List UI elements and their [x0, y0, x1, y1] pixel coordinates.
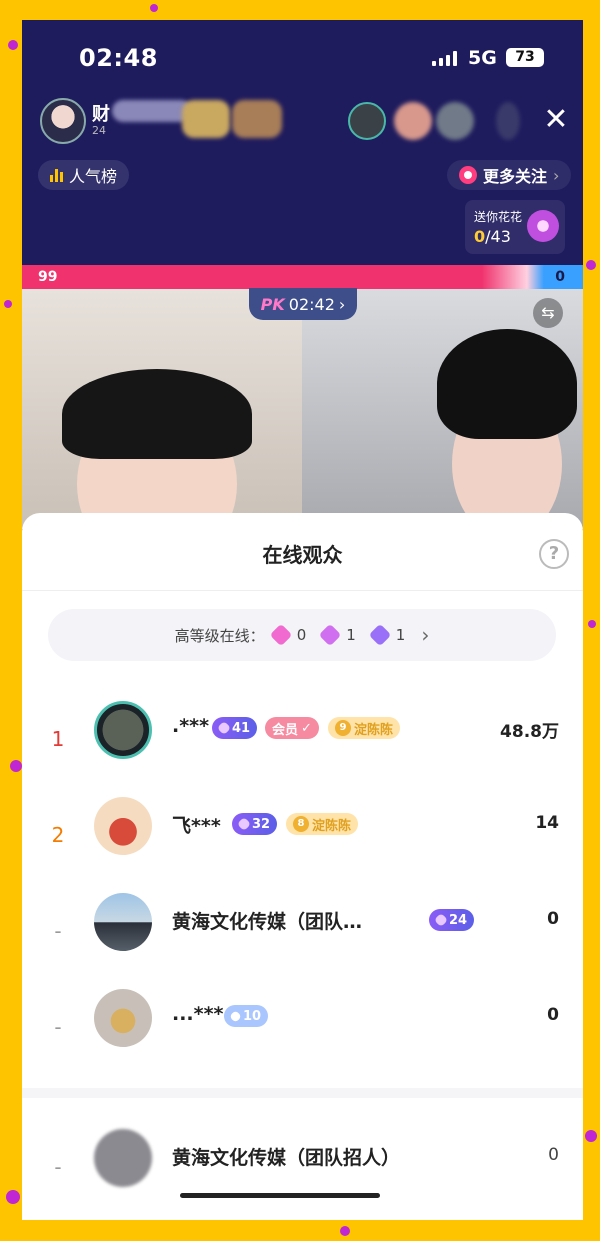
decor-dot	[6, 1190, 20, 1204]
viewer-name: 飞***	[172, 815, 221, 837]
self-name: 黄海文化传媒（团队招人）	[172, 1147, 401, 1169]
chevron-right-icon: ›	[338, 294, 346, 314]
high-level-online-bar[interactable]: 高等级在线： 0 1 1 ›	[48, 609, 556, 661]
host-name[interactable]: 财	[92, 100, 110, 126]
top-viewer-avatar[interactable]	[496, 102, 520, 140]
popularity-label: 人气榜	[69, 167, 118, 186]
decor-dot	[8, 40, 18, 50]
pk-timer[interactable]: PK 02:42 ›	[249, 288, 357, 320]
decor-dot	[585, 1130, 597, 1142]
purple-level-icon	[318, 623, 342, 647]
close-icon[interactable]: ✕	[542, 105, 570, 135]
viewer-name: 黄海文化传媒（团队…	[172, 911, 363, 933]
decor-dot	[4, 300, 12, 308]
flower-gift-box[interactable]: 送你花花 0/43	[465, 200, 565, 254]
level-badge: 24	[429, 909, 475, 931]
violet-level-icon	[368, 623, 392, 647]
decor-dot	[586, 260, 596, 270]
viewer-rank: -	[54, 1155, 62, 1179]
fan-club-badge: 9 淀陈陈	[328, 717, 401, 739]
divider	[22, 590, 583, 591]
top-viewer-avatar[interactable]	[348, 102, 386, 140]
flower-current: 0	[474, 227, 486, 246]
top-viewer-avatar[interactable]	[394, 102, 432, 140]
host-name-blurred	[112, 100, 192, 122]
viewer-row[interactable]: 2 飞*** 32 8 淀陈陈 14	[22, 797, 583, 887]
rank-bars-icon	[50, 168, 63, 182]
pk-progress-bar	[22, 265, 583, 289]
signal-icon	[432, 50, 457, 66]
status-time: 02:48	[79, 44, 158, 72]
battery-icon: 73	[506, 48, 544, 67]
viewer-rank: 1	[51, 727, 65, 751]
network-label: 5G	[468, 47, 497, 69]
host-avatar[interactable]	[40, 98, 86, 144]
crown-level-icon	[269, 623, 293, 647]
opponent-hair	[437, 329, 577, 439]
viewer-name: ...***	[172, 1003, 224, 1025]
pk-timer-value: 02:42	[288, 294, 335, 314]
pk-left-score: 99	[38, 269, 58, 285]
flower-icon	[527, 210, 559, 242]
viewer-avatar[interactable]	[94, 701, 152, 759]
level-badge: 32	[232, 813, 278, 835]
level-badge: 10	[224, 1005, 269, 1027]
high-level-count: 1	[346, 626, 356, 644]
section-divider	[22, 1088, 583, 1098]
fan-club-badge: 8 淀陈陈	[286, 813, 359, 835]
top-viewer-avatar[interactable]	[436, 102, 474, 140]
host-subtext: 24	[92, 124, 106, 137]
left-stream-video[interactable]	[22, 289, 302, 529]
sheet-title: 在线观众	[262, 543, 343, 567]
status-bar: 02:48 5G 73	[22, 20, 583, 96]
hot-icon	[459, 166, 477, 184]
flower-total: /43	[485, 227, 511, 246]
more-follow-button[interactable]: 更多关注 ›	[447, 160, 572, 190]
self-score: 0	[548, 1145, 559, 1165]
switch-icon[interactable]: ⇆	[533, 298, 563, 328]
decor-dot	[340, 1226, 350, 1236]
viewer-avatar[interactable]	[94, 893, 152, 951]
viewer-name: .***	[172, 715, 210, 737]
streamer-hair	[62, 369, 252, 459]
blurred-badge	[182, 100, 230, 138]
online-audience-sheet: 在线观众 ? 高等级在线： 0 1 1 › 1 .*** 41 会员 ✓ 9 淀陈陈…	[22, 513, 583, 1220]
home-indicator[interactable]	[180, 1193, 380, 1198]
self-viewer-row[interactable]: - 黄海文化传媒（团队招人） 0	[22, 1129, 583, 1219]
flower-count: 0/43	[474, 227, 511, 246]
decor-dot	[588, 620, 596, 628]
high-level-count: 0	[296, 626, 307, 644]
vip-badge: 会员 ✓	[265, 717, 319, 739]
viewer-rank: 2	[51, 823, 65, 847]
viewer-avatar[interactable]	[94, 797, 152, 855]
viewer-score: 0	[547, 1005, 559, 1025]
flower-title: 送你花花	[474, 210, 523, 224]
viewer-score: 48.8万	[500, 722, 559, 742]
blurred-badge	[232, 100, 282, 138]
help-icon[interactable]: ?	[539, 539, 569, 569]
pk-right-score: 0	[555, 269, 565, 285]
self-avatar[interactable]	[94, 1129, 152, 1187]
chevron-right-icon: ›	[553, 165, 560, 185]
level-badge: 41	[212, 717, 258, 739]
viewer-row[interactable]: - ...*** 10 0	[22, 989, 583, 1079]
high-level-label: 高等级在线：	[174, 626, 265, 645]
phone-screen: 02:48 5G 73 财 24 ✕ 人气榜 更多关注 › 送你花花 0/43 …	[22, 20, 583, 1220]
viewer-row[interactable]: 1 .*** 41 会员 ✓ 9 淀陈陈 48.8万	[22, 701, 583, 791]
viewer-rank: -	[54, 1015, 62, 1039]
viewer-avatar[interactable]	[94, 989, 152, 1047]
chevron-right-icon: ›	[421, 623, 430, 647]
more-follow-label: 更多关注	[483, 167, 548, 186]
viewer-score: 0	[547, 909, 559, 929]
popularity-button[interactable]: 人气榜	[38, 160, 130, 190]
viewer-row[interactable]: - 黄海文化传媒（团队… 24 0	[22, 893, 583, 983]
decor-dot	[150, 4, 158, 12]
pk-badge: PK	[260, 294, 285, 314]
viewer-rank: -	[54, 919, 62, 943]
decor-dot	[10, 760, 22, 772]
high-level-count: 1	[395, 626, 406, 644]
viewer-score: 14	[535, 813, 559, 833]
